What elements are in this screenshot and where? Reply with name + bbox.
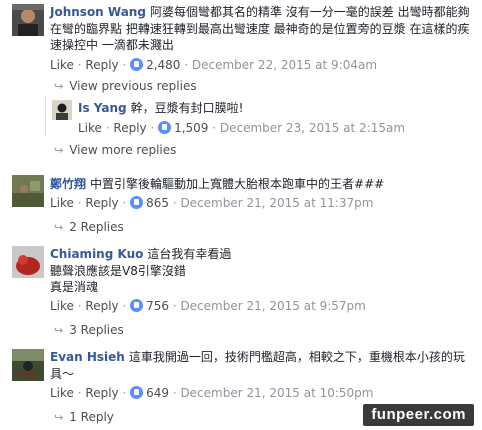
like-button[interactable]: Like [78, 121, 102, 135]
reply-button[interactable]: Reply [85, 196, 118, 210]
comment-actions: Like · Reply · 756 · December 21, 2015 a… [50, 299, 366, 313]
like-count[interactable]: 756 [146, 299, 169, 313]
comment-body: Chiaming Kuo 這台我有幸看過 聽聲浪應該是V8引擎沒錯 真是消魂 [50, 246, 476, 296]
reply-button[interactable]: Reply [85, 386, 118, 400]
comment-timestamp[interactable]: December 21, 2015 at 9:57pm [180, 299, 365, 313]
view-replies[interactable]: ↪ 1 Reply [54, 409, 114, 426]
reply-arrow-icon: ↪ [54, 221, 64, 234]
view-previous-replies[interactable]: ↪ View previous replies [54, 78, 197, 95]
comment-text: 這台我有幸看過 [147, 247, 232, 261]
comment-actions: Like · Reply · 649 · December 21, 2015 a… [50, 386, 374, 400]
like-count-icon [130, 196, 144, 209]
reply-arrow-icon: ↪ [54, 411, 64, 424]
comment-text: 聽聲浪應該是V8引擎沒錯 [50, 263, 186, 278]
comment-line: Chiaming Kuo 這台我有幸看過 [50, 246, 476, 263]
reply-arrow-icon: ↪ [54, 80, 64, 93]
like-count-icon [158, 121, 172, 134]
reply-button[interactable]: Reply [113, 121, 146, 135]
comment-author[interactable]: Is Yang [78, 101, 127, 115]
comment-text: 中置引擎後輪驅動加上寬體大胎根本跑車中的王者### [90, 177, 385, 191]
comment-timestamp[interactable]: December 23, 2015 at 2:15am [220, 121, 405, 135]
comment-actions: Like · Reply · 2,480 · December 22, 2015… [50, 58, 378, 72]
view-more-replies[interactable]: ↪ View more replies [54, 142, 176, 159]
comment-timestamp[interactable]: December 21, 2015 at 11:37pm [180, 196, 373, 210]
like-count[interactable]: 865 [146, 196, 169, 210]
avatar[interactable] [12, 349, 44, 381]
comment-text: 真是消魂 [50, 280, 99, 294]
like-count[interactable]: 2,480 [146, 58, 180, 72]
like-count-icon [130, 58, 144, 71]
comment-body: Johnson Wang 阿婆每個彎都其名的精準 沒有一分一毫的誤差 出彎時都能夠… [50, 4, 476, 54]
comment-body: 鄭竹翔 中置引擎後輪驅動加上寬體大胎根本跑車中的王者### [50, 176, 476, 193]
reply-arrow-icon: ↪ [54, 144, 64, 157]
comment-actions: Like · Reply · 865 · December 21, 2015 a… [50, 196, 374, 210]
avatar[interactable] [12, 4, 44, 36]
comment-author[interactable]: 鄭竹翔 [50, 177, 86, 191]
comment-author[interactable]: Evan Hsieh [50, 350, 125, 364]
comment-timestamp[interactable]: December 22, 2015 at 9:04am [192, 58, 377, 72]
avatar[interactable] [52, 100, 72, 120]
comment-text: 幹，豆漿有封口膜啦! [130, 101, 244, 115]
avatar[interactable] [12, 246, 44, 278]
comment-author[interactable]: Chiaming Kuo [50, 247, 143, 261]
watermark: funpeer.com [363, 404, 474, 426]
comment-body: Evan Hsieh 這車我開過一回，技術門檻超高，相較之下，重機根本小孩的玩具～ [50, 349, 476, 382]
reply-arrow-icon: ↪ [54, 324, 64, 337]
comment-actions: Like · Reply · 1,509 · December 23, 2015… [78, 121, 406, 135]
view-replies[interactable]: ↪ 3 Replies [54, 322, 124, 339]
like-count-icon [130, 386, 144, 399]
comment-author[interactable]: Johnson Wang [50, 5, 146, 19]
avatar[interactable] [12, 175, 44, 207]
reply-thread-line [45, 96, 46, 136]
reply-button[interactable]: Reply [85, 299, 118, 313]
comment-body: Is Yang 幹，豆漿有封口膜啦! [78, 100, 458, 117]
like-button[interactable]: Like [50, 196, 74, 210]
like-button[interactable]: Like [50, 386, 74, 400]
like-button[interactable]: Like [50, 299, 74, 313]
like-count-icon [130, 299, 144, 312]
like-button[interactable]: Like [50, 58, 74, 72]
like-count[interactable]: 649 [146, 386, 169, 400]
comment-timestamp[interactable]: December 21, 2015 at 10:50pm [180, 386, 373, 400]
reply-button[interactable]: Reply [85, 58, 118, 72]
view-replies[interactable]: ↪ 2 Replies [54, 219, 124, 236]
like-count[interactable]: 1,509 [174, 121, 208, 135]
